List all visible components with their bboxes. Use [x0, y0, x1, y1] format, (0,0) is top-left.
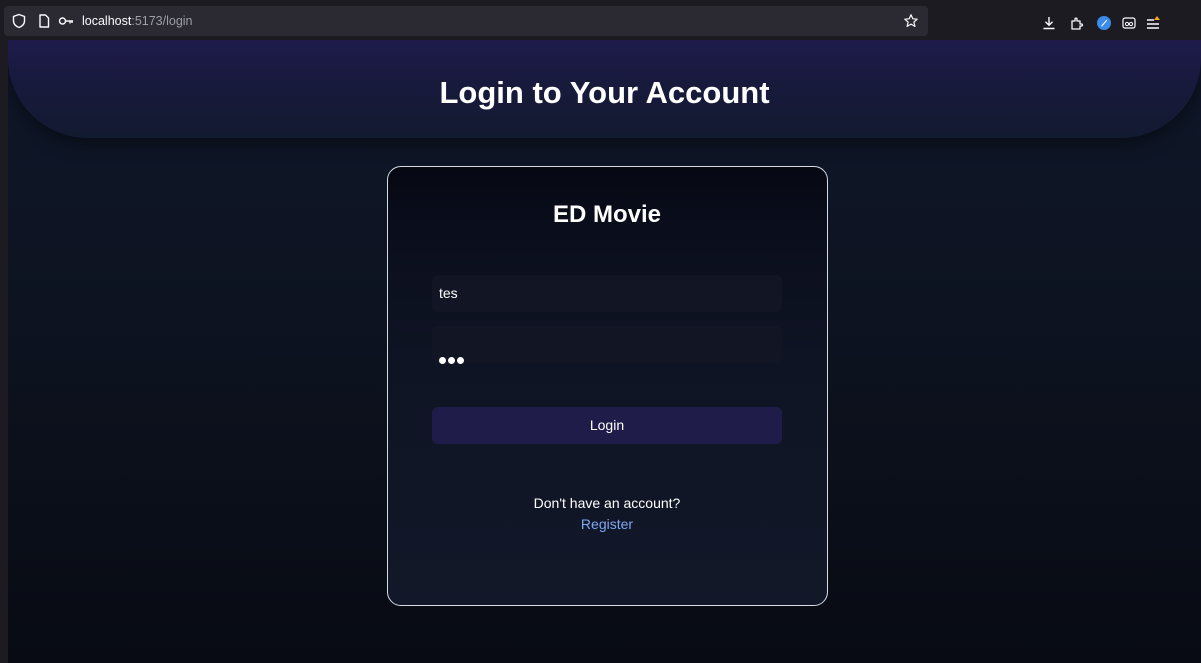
url-path: :5173/login [131, 14, 193, 28]
login-button[interactable]: Login [432, 407, 782, 444]
login-card: ED Movie tes Login Don't have an account… [387, 166, 828, 606]
page-title: Login to Your Account [439, 75, 770, 110]
star-icon[interactable] [903, 13, 919, 29]
browser-toolbar: localhost:5173/login [0, 4, 1201, 40]
username-input[interactable]: tes [432, 275, 782, 312]
username-value: tes [439, 285, 458, 301]
browser-window: localhost:5173/login Login to Your Accou… [0, 0, 1201, 663]
signup-prompt: Don't have an account? [533, 495, 681, 511]
page-header: Login to Your Account [8, 40, 1201, 138]
page-viewport: Login to Your Account ED Movie tes Login… [8, 40, 1201, 663]
url-host: localhost [82, 14, 132, 28]
address-bar[interactable]: localhost:5173/login [4, 6, 928, 36]
key-icon[interactable] [58, 13, 74, 29]
brand-title: ED Movie [552, 201, 662, 228]
shield-icon[interactable] [11, 13, 27, 29]
account-icon[interactable] [1096, 15, 1112, 31]
page-icon[interactable] [36, 13, 52, 29]
password-input[interactable] [432, 326, 782, 364]
password-mask [439, 341, 466, 378]
menu-icon[interactable] [1145, 15, 1161, 31]
url-text[interactable]: localhost:5173/login [82, 14, 193, 28]
register-link[interactable]: Register [388, 516, 826, 532]
reader-view-icon[interactable] [1121, 15, 1137, 31]
extensions-icon[interactable] [1069, 15, 1085, 31]
download-icon[interactable] [1041, 15, 1057, 31]
